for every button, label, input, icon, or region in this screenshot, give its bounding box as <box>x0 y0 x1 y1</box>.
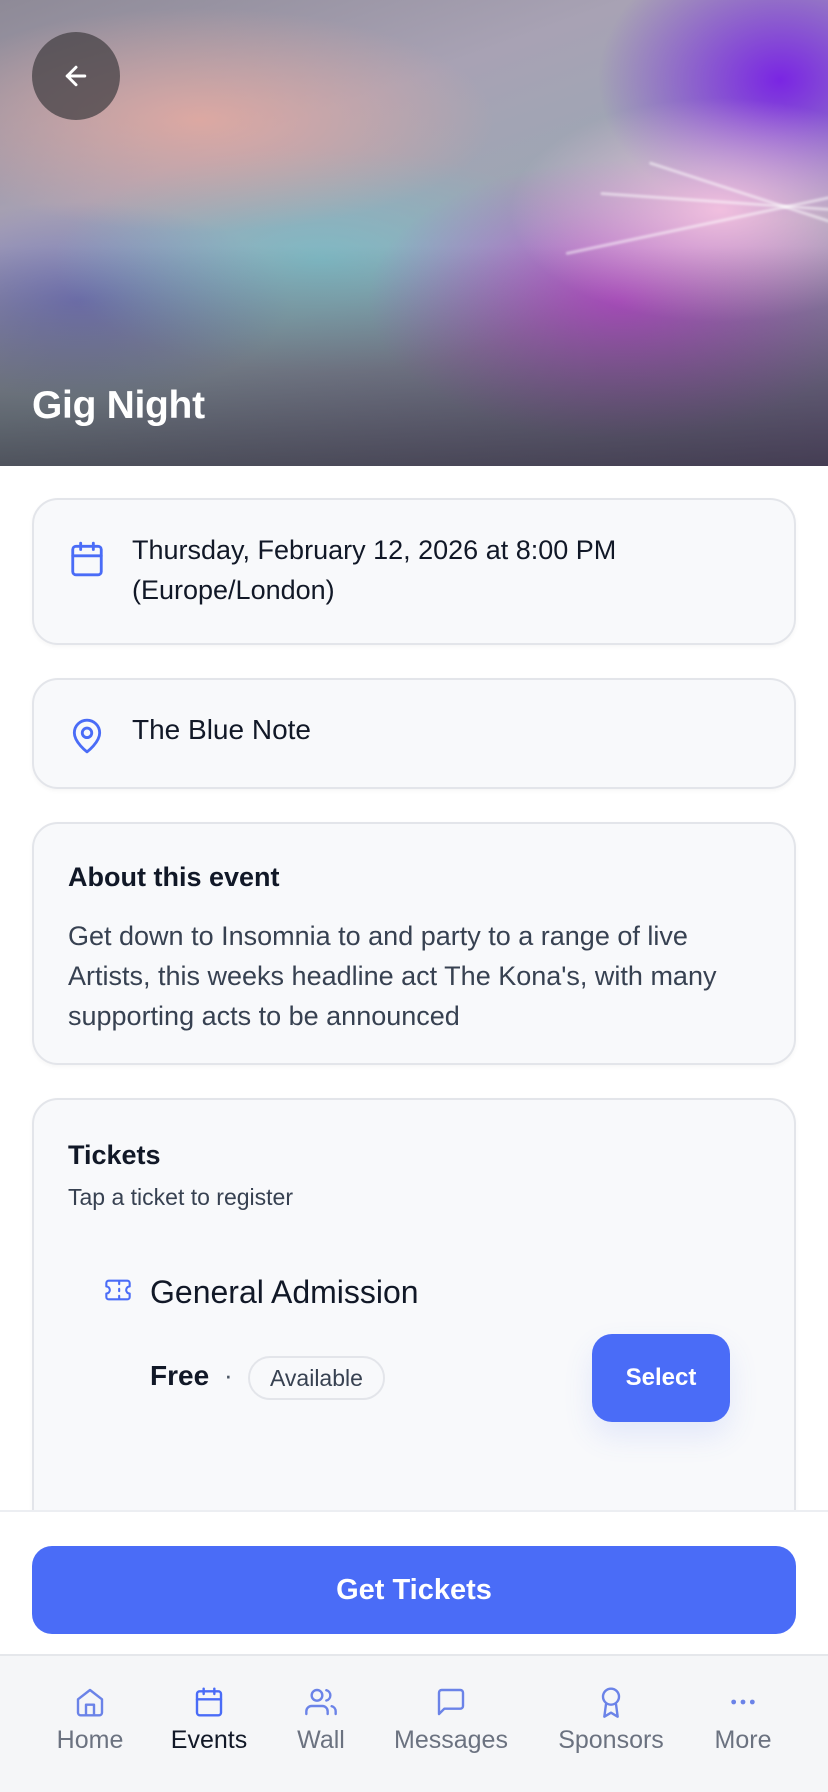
back-button[interactable] <box>32 32 120 120</box>
event-venue: The Blue Note <box>132 714 311 745</box>
tab-events[interactable]: Events <box>166 1686 252 1755</box>
select-ticket-button[interactable]: Select <box>592 1334 730 1422</box>
tab-label: Home <box>56 1726 124 1754</box>
tab-label: Events <box>170 1726 248 1754</box>
ticket-status-badge: Available <box>248 1356 385 1400</box>
tab-label: Sponsors <box>558 1726 664 1754</box>
light-beam <box>648 161 828 223</box>
about-description: Get down to Insomnia to and party to a r… <box>68 921 717 1031</box>
tickets-subheading: Tap a ticket to register <box>68 1184 293 1210</box>
about-card: About this event Get down to Insomnia to… <box>32 822 796 1065</box>
tickets-heading: Tickets <box>68 1140 161 1170</box>
calendar-icon <box>195 1687 223 1717</box>
tab-messages[interactable]: Messages <box>390 1686 512 1755</box>
event-location-card: The Blue Note <box>32 678 796 789</box>
event-hero-image: Gig Night <box>0 0 828 466</box>
bottom-tab-bar: Home Events Wall Messages Sponsors More <box>0 1654 828 1792</box>
tab-label: Wall <box>297 1726 345 1754</box>
calendar-icon <box>71 541 103 577</box>
users-icon <box>305 1688 337 1716</box>
hero-shade <box>0 246 828 466</box>
ticket-separator: · <box>224 1360 233 1390</box>
cta-bar: Get Tickets <box>0 1510 828 1654</box>
message-icon <box>437 1688 465 1716</box>
map-pin-icon <box>72 718 102 754</box>
ticket-price: Free <box>150 1360 210 1391</box>
event-date-card: Thursday, February 12, 2026 at 8:00 PM (… <box>32 498 796 645</box>
about-heading: About this event <box>68 862 280 892</box>
tab-label: Messages <box>394 1726 508 1754</box>
tab-label: More <box>714 1726 772 1754</box>
event-title: Gig Night <box>32 384 205 427</box>
home-icon <box>76 1688 104 1717</box>
tab-wall[interactable]: Wall <box>290 1686 352 1755</box>
get-tickets-button[interactable]: Get Tickets <box>32 1546 796 1634</box>
event-datetime: Thursday, February 12, 2026 at 8:00 PM (… <box>132 535 617 605</box>
ticket-icon <box>105 1279 131 1301</box>
award-icon <box>601 1687 621 1718</box>
more-icon <box>731 1699 755 1705</box>
tab-home[interactable]: Home <box>50 1686 130 1755</box>
tab-more[interactable]: More <box>708 1686 778 1755</box>
arrow-left-icon <box>65 65 87 87</box>
ticket-name[interactable]: General Admission <box>150 1274 419 1311</box>
tab-sponsors[interactable]: Sponsors <box>554 1686 668 1755</box>
